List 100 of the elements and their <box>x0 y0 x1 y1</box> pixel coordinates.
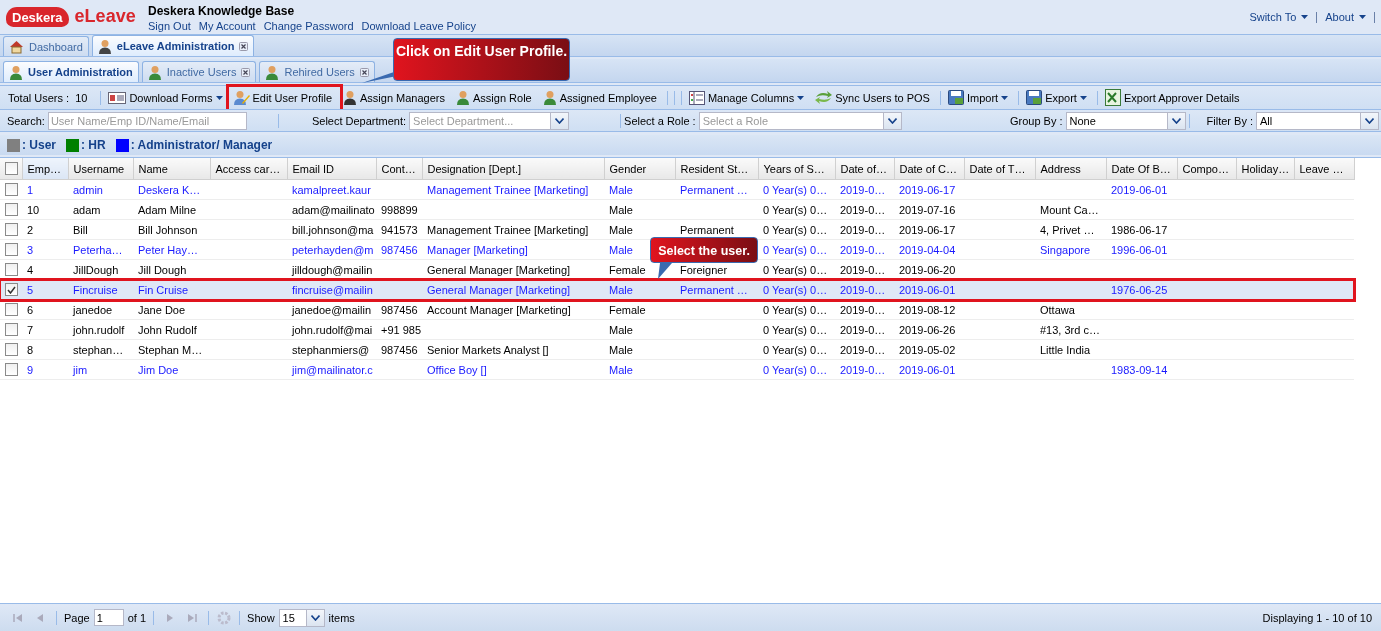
first-page-icon[interactable] <box>13 612 23 623</box>
table-cell: Fincruise <box>68 279 133 300</box>
chevron-icon <box>1365 117 1374 124</box>
table-cell: 2019-06-17 <box>894 179 964 200</box>
checkbox[interactable] <box>5 203 18 216</box>
checkbox[interactable] <box>5 323 18 336</box>
search-field[interactable]: User Name/Emp ID/Name/Email <box>47 111 247 130</box>
checkbox[interactable] <box>5 283 18 296</box>
table-cell: 0 Year(s) 0… <box>758 199 835 220</box>
checkbox[interactable] <box>5 162 18 175</box>
table-cell: 2019-0… <box>835 279 894 300</box>
table-cell: 4 <box>22 259 68 280</box>
checkbox[interactable] <box>5 363 18 376</box>
table-cell: stephan… <box>68 339 133 360</box>
person-icon <box>542 90 557 105</box>
column-header[interactable]: Designation [Dept.] <box>422 158 604 180</box>
close-icon[interactable] <box>359 67 369 77</box>
chevron-icon <box>1171 117 1181 124</box>
table-cell: adam <box>68 199 133 220</box>
dropdown-field[interactable]: None <box>1065 111 1186 130</box>
menu-link[interactable]: Switch To <box>1249 11 1309 23</box>
column-header[interactable]: Resident St… <box>675 158 758 180</box>
column-header[interactable]: Username <box>68 158 133 180</box>
items-label: items <box>328 611 355 624</box>
logo-badge: Deskera <box>6 6 69 27</box>
edit-button[interactable]: Edit User Profile <box>229 87 339 108</box>
previous-page-icon[interactable] <box>35 612 45 623</box>
toolbar-button[interactable]: Import <box>943 87 1016 108</box>
table-cell: 2019-0… <box>835 179 894 200</box>
page-label: Page <box>64 611 90 624</box>
column-header[interactable]: Holiday… <box>1236 158 1294 180</box>
legend-label: : Administrator/ Manager <box>130 138 273 152</box>
close-icon[interactable] <box>241 67 251 77</box>
tab[interactable]: eLeave Administration <box>91 35 255 56</box>
last-page-icon[interactable] <box>187 612 198 623</box>
page-size-dropdown[interactable]: 15 <box>278 608 325 627</box>
column-header[interactable]: Email ID <box>287 158 376 180</box>
table-cell: 4, Privet … <box>1035 219 1106 240</box>
column-header[interactable]: Date of T… <box>964 158 1035 180</box>
header-link[interactable]: Download Leave Policy <box>361 20 476 32</box>
checkbox[interactable] <box>5 303 18 316</box>
table-cell: john.rudolf <box>68 319 133 340</box>
tab[interactable]: Dashboard <box>3 36 89 56</box>
table-cell: bill.johnson@ma <box>287 219 376 240</box>
table-cell: 3 <box>22 239 68 260</box>
table-cell: 2019-06-01 <box>1106 179 1177 200</box>
table-cell: Permanent … <box>675 279 758 300</box>
toolbar-button[interactable]: Assign Role <box>452 87 539 108</box>
column-header[interactable]: Address <box>1035 158 1106 180</box>
tab[interactable]: Rehired Users <box>259 61 375 82</box>
column-header[interactable]: Leave … <box>1294 158 1354 180</box>
toolbar-button[interactable]: Export Approver Details <box>1100 87 1247 108</box>
table-cell: 2019-08-12 <box>894 299 964 320</box>
checkbox[interactable] <box>5 243 18 256</box>
column-header[interactable]: Date of C… <box>894 158 964 180</box>
table-cell: 2019-06-20 <box>894 259 964 280</box>
column-header[interactable]: Access car… <box>210 158 287 180</box>
person-icon <box>9 64 23 80</box>
column-header[interactable]: Emp… <box>22 158 68 180</box>
checkbox[interactable] <box>5 263 18 276</box>
table-cell: 9 <box>22 359 68 380</box>
page-field[interactable]: 1 <box>93 609 124 626</box>
column-header[interactable]: Cont… <box>376 158 422 180</box>
dropdown-field[interactable]: All <box>1256 111 1379 130</box>
table-cell: Management Trainee [Marketing] <box>422 219 604 240</box>
column-header[interactable]: Name <box>133 158 210 180</box>
spreadsheet-icon <box>1104 89 1121 106</box>
table-cell: 1986-06-17 <box>1106 219 1177 240</box>
table-cell: JillDough <box>68 259 133 280</box>
table-cell: Singapore <box>1035 239 1106 260</box>
table-cell: 2019-0… <box>835 259 894 280</box>
checkbox[interactable] <box>5 183 18 196</box>
close-icon[interactable] <box>239 41 249 51</box>
tab[interactable]: Inactive Users <box>141 61 257 82</box>
header-link[interactable]: Change Password <box>263 20 354 32</box>
toolbar-button[interactable]: Download Forms <box>104 87 230 108</box>
table-cell: Jane Doe <box>133 299 210 320</box>
table-cell: 1983-09-14 <box>1106 359 1177 380</box>
table-cell: Male <box>604 179 675 200</box>
header-link[interactable]: Sign Out <box>148 20 191 32</box>
checkbox[interactable] <box>5 343 18 356</box>
column-header[interactable]: Gender <box>604 158 675 180</box>
tab[interactable]: User Administration <box>3 61 139 82</box>
toolbar-button[interactable]: Assigned Employee <box>538 87 664 108</box>
toolbar-button[interactable]: Sync Users to POS <box>811 87 937 108</box>
checkbox[interactable] <box>5 223 18 236</box>
column-header[interactable]: Compo… <box>1177 158 1236 180</box>
table-cell: Male <box>604 319 675 340</box>
column-header[interactable]: Date Of B… <box>1106 158 1177 180</box>
menu-link[interactable]: About <box>1325 11 1366 23</box>
column-header[interactable]: Years of S… <box>758 158 835 180</box>
toolbar-button[interactable]: Assign Managers <box>339 87 452 108</box>
toolbar-button[interactable]: Manage Columns <box>684 87 812 108</box>
table-cell: 2019-0… <box>835 319 894 340</box>
header-link[interactable]: My Account <box>198 20 256 32</box>
column-header[interactable]: Date of… <box>835 158 894 180</box>
table-cell: 2019-05-02 <box>894 339 964 360</box>
table-cell: 0 Year(s) 0… <box>758 339 835 360</box>
toolbar-button[interactable]: Export <box>1022 87 1094 108</box>
table-cell: stephanmiers@ <box>287 339 376 360</box>
